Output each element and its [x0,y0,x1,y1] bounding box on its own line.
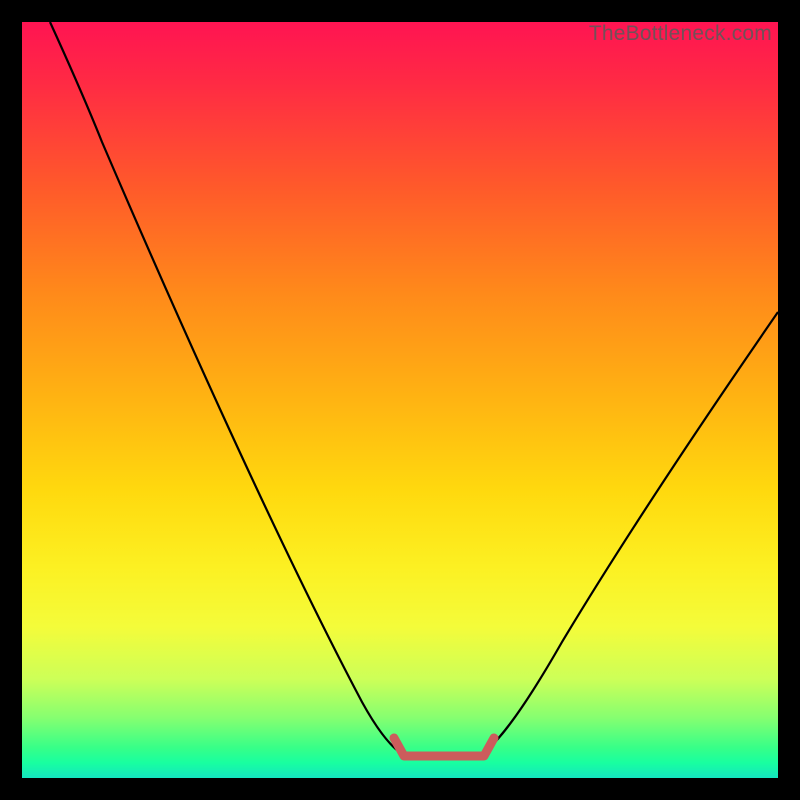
watermark-text: TheBottleneck.com [589,22,772,46]
curve-right-branch [476,312,778,756]
chart-svg [22,22,778,778]
valley-bracket [394,738,494,756]
curve-left-branch [50,22,408,756]
